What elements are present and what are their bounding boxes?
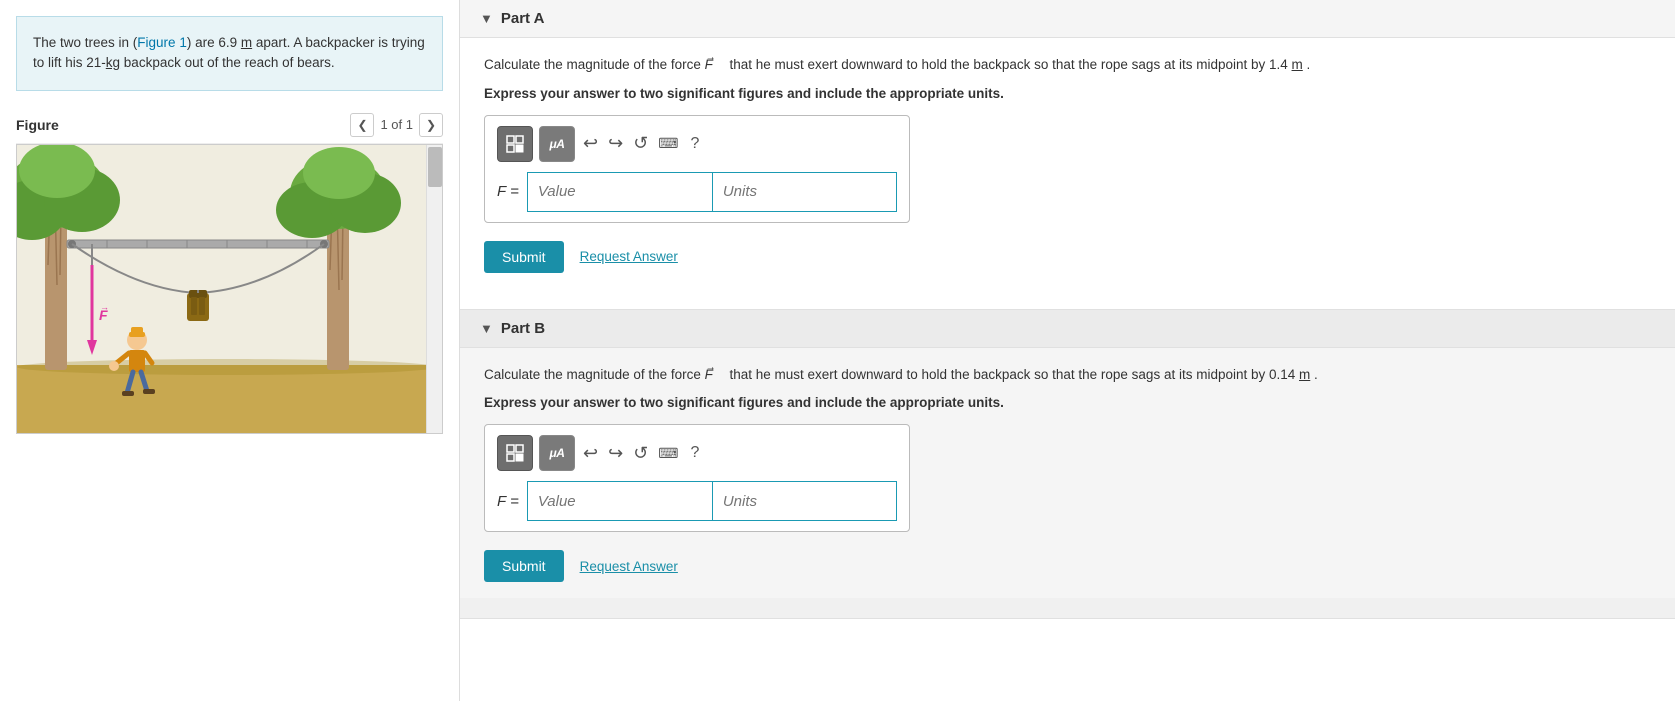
- f-label-b: F =: [497, 493, 519, 510]
- part-a-collapse-icon[interactable]: ▼: [480, 11, 493, 26]
- left-panel: The two trees in (Figure 1) are 6.9 m ap…: [0, 0, 460, 701]
- part-a-title: Part A: [501, 10, 545, 27]
- figure-prev-button[interactable]: ❮: [350, 113, 374, 137]
- part-a-toolbar: μA ↩ ↪ ↺ ⌨ ?: [497, 126, 897, 162]
- m-unit: m: [241, 35, 252, 50]
- part-a-answer-box: μA ↩ ↪ ↺ ⌨ ? F =: [484, 115, 910, 223]
- part-b-question: Calculate the magnitude of the force → F…: [484, 364, 1651, 386]
- keyboard-button-b[interactable]: ⌨: [656, 441, 680, 466]
- matrix-icon-button-a[interactable]: [497, 126, 533, 162]
- units-input-b[interactable]: [712, 481, 897, 521]
- request-answer-b[interactable]: Request Answer: [580, 559, 678, 574]
- force-vector-a: → F X: [705, 54, 726, 76]
- keyboard-button-a[interactable]: ⌨: [656, 131, 680, 156]
- part-b-collapse-icon[interactable]: ▼: [480, 321, 493, 336]
- part-b-unit: m: [1299, 367, 1310, 382]
- part-b-title: Part B: [501, 320, 545, 337]
- part-a-buttons: Submit Request Answer: [484, 241, 1651, 273]
- figure-header: Figure ❮ 1 of 1 ❯: [16, 107, 443, 144]
- matrix-icon-a: [505, 134, 525, 154]
- request-answer-a[interactable]: Request Answer: [580, 249, 678, 264]
- submit-button-b[interactable]: Submit: [484, 550, 564, 582]
- reset-button-b[interactable]: ↺: [631, 439, 650, 468]
- part-b-section: ▼ Part B Calculate the magnitude of the …: [460, 310, 1675, 620]
- part-a-input-row: F =: [497, 172, 897, 212]
- units-input-a[interactable]: [712, 172, 897, 212]
- figure-svg: F →: [17, 145, 437, 434]
- value-input-b[interactable]: [527, 481, 712, 521]
- figure-next-button[interactable]: ❯: [419, 113, 443, 137]
- svg-text:→: →: [100, 302, 109, 312]
- part-b-buttons: Submit Request Answer: [484, 550, 1651, 582]
- figure-page: 1 of 1: [380, 117, 413, 132]
- part-a-question: Calculate the magnitude of the force → F…: [484, 54, 1651, 76]
- part-a-section: ▼ Part A Calculate the magnitude of the …: [460, 0, 1675, 310]
- figure-section: Figure ❮ 1 of 1 ❯: [16, 107, 443, 701]
- help-button-a[interactable]: ?: [687, 131, 704, 157]
- part-a-express: Express your answer to two significant f…: [484, 86, 1651, 101]
- figure-link[interactable]: Figure 1: [137, 35, 187, 50]
- redo-button-b[interactable]: ↪: [606, 439, 625, 468]
- force-vector-b: → F X: [705, 364, 726, 386]
- value-input-a[interactable]: [527, 172, 712, 212]
- matrix-icon-b: [505, 443, 525, 463]
- part-b-input-row: F =: [497, 481, 897, 521]
- redo-button-a[interactable]: ↪: [606, 129, 625, 158]
- problem-text-before: The two trees in (: [33, 35, 137, 50]
- mu-b-button[interactable]: μA: [539, 435, 575, 471]
- part-a-header: ▼ Part A: [460, 0, 1675, 38]
- figure-title: Figure: [16, 117, 59, 133]
- part-b-express: Express your answer to two significant f…: [484, 395, 1651, 410]
- right-panel: ▼ Part A Calculate the magnitude of the …: [460, 0, 1675, 701]
- figure-scrollbar[interactable]: [426, 145, 442, 433]
- mu-a-button[interactable]: μA: [539, 126, 575, 162]
- submit-button-a[interactable]: Submit: [484, 241, 564, 273]
- kg-unit: kg: [106, 55, 120, 70]
- part-b-content: Calculate the magnitude of the force → F…: [460, 348, 1675, 599]
- problem-text-end: backpack out of the reach of bears.: [120, 55, 335, 70]
- figure-nav: ❮ 1 of 1 ❯: [350, 113, 443, 137]
- help-button-b[interactable]: ?: [687, 440, 704, 466]
- undo-button-a[interactable]: ↩: [581, 129, 600, 158]
- figure-image: F →: [16, 144, 443, 434]
- matrix-icon-button-b[interactable]: [497, 435, 533, 471]
- scrollbar-thumb: [428, 147, 442, 187]
- part-a-unit: m: [1292, 57, 1303, 72]
- part-b-answer-box: μA ↩ ↪ ↺ ⌨ ? F =: [484, 424, 910, 532]
- reset-button-a[interactable]: ↺: [631, 129, 650, 158]
- problem-description: The two trees in (Figure 1) are 6.9 m ap…: [16, 16, 443, 91]
- part-a-content: Calculate the magnitude of the force → F…: [460, 38, 1675, 289]
- part-b-toolbar: μA ↩ ↪ ↺ ⌨ ?: [497, 435, 897, 471]
- undo-button-b[interactable]: ↩: [581, 439, 600, 468]
- f-label-a: F =: [497, 183, 519, 200]
- problem-text-after: ) are 6.9: [187, 35, 237, 50]
- part-b-header: ▼ Part B: [460, 310, 1675, 348]
